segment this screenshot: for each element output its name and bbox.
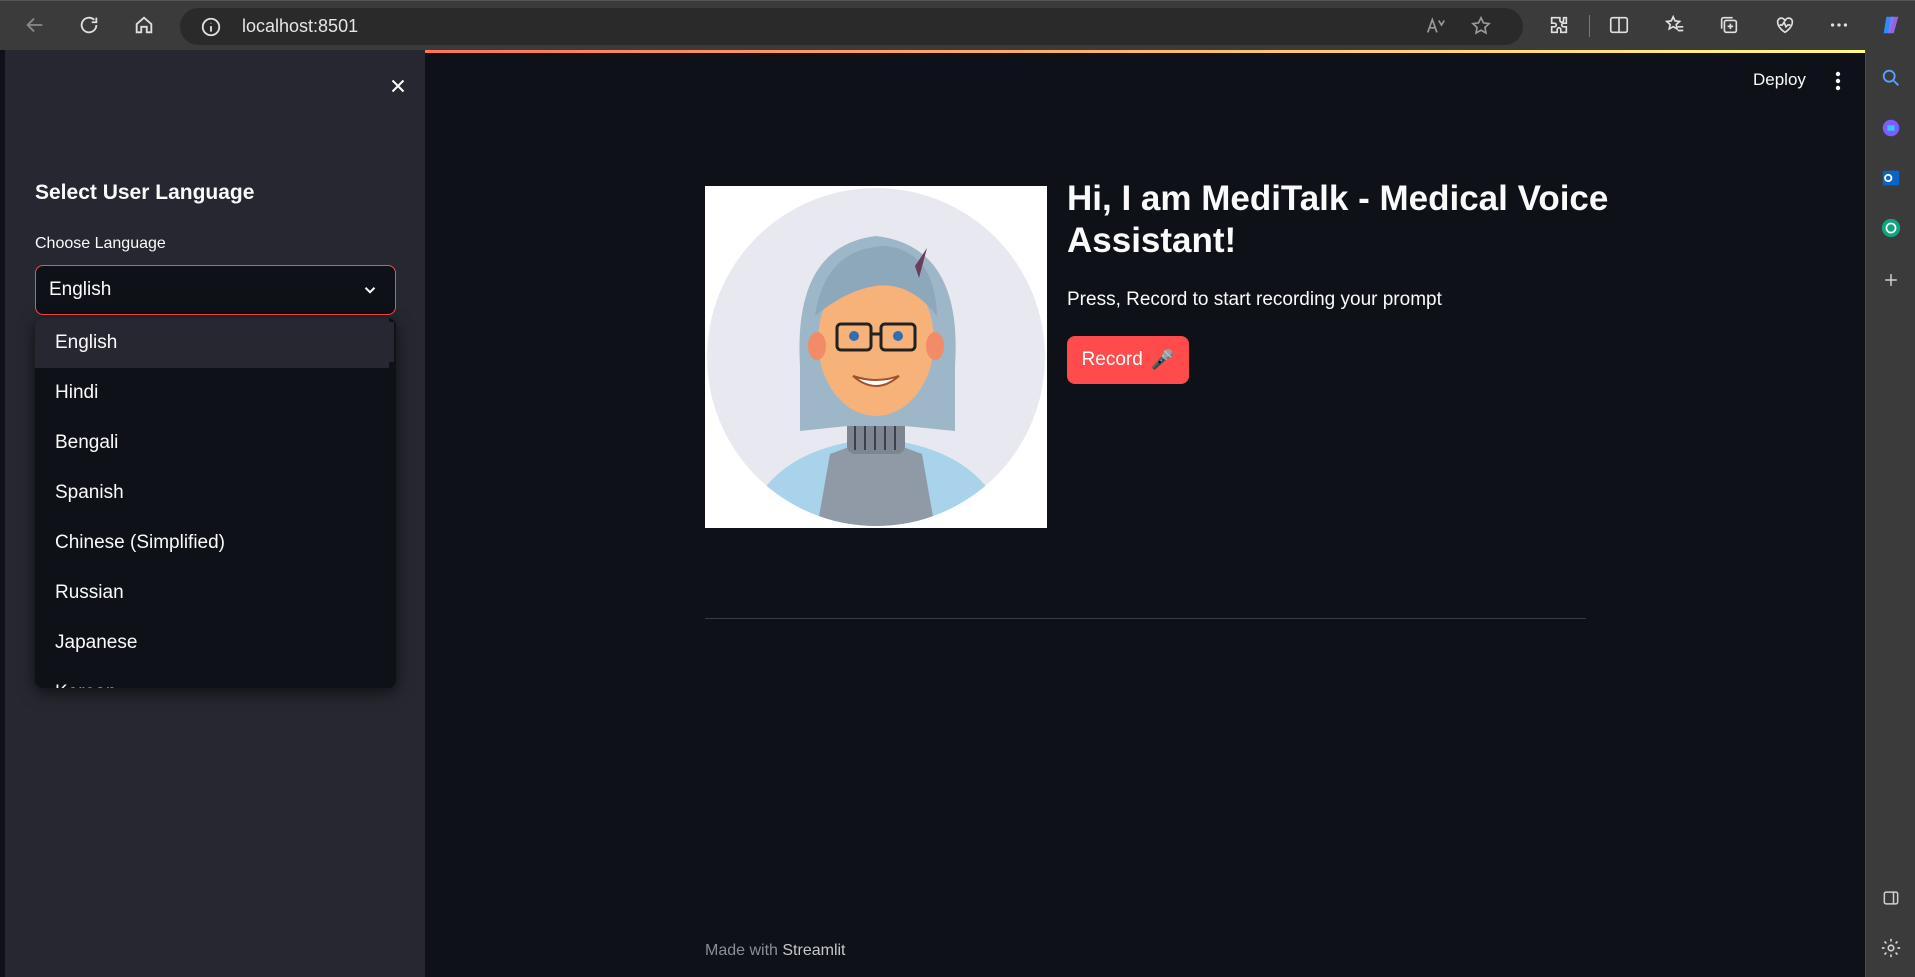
record-button[interactable]: Record 🎤: [1067, 336, 1189, 384]
language-select-value: English: [49, 279, 112, 300]
copilot-sidebar-icon[interactable]: [1878, 115, 1904, 141]
instruction-text: Press, Record to start recording your pr…: [1067, 289, 1442, 310]
settings-icon[interactable]: [1878, 935, 1904, 961]
footer-brand-link[interactable]: Streamlit: [782, 942, 845, 959]
address-bar[interactable]: localhost:8501: [180, 8, 1523, 45]
divider: [705, 618, 1586, 619]
sidebar-title: Select User Language: [35, 181, 255, 204]
deploy-button[interactable]: Deploy: [1753, 70, 1806, 90]
add-icon[interactable]: [1878, 267, 1904, 293]
heart-pulse-icon[interactable]: [1770, 10, 1800, 40]
app-sidebar: Select User Language Choose Language Eng…: [5, 50, 425, 977]
more-horizontal-icon[interactable]: [1824, 10, 1854, 40]
dropdown-option[interactable]: Russian: [35, 568, 389, 618]
dropdown-option[interactable]: Korean: [35, 668, 389, 688]
read-aloud-icon[interactable]: [1425, 15, 1449, 39]
collections-icon[interactable]: [1714, 10, 1744, 40]
dropdown-option[interactable]: Hindi: [35, 368, 389, 418]
footer: Made with Streamlit: [705, 942, 846, 960]
favorites-icon[interactable]: [1660, 10, 1690, 40]
dropdown-option[interactable]: Spanish: [35, 468, 389, 518]
dropdown-scrollbar[interactable]: [389, 322, 394, 362]
outlook-icon[interactable]: [1878, 165, 1904, 191]
assistant-avatar-image: [705, 186, 1047, 528]
copilot-icon[interactable]: [1876, 10, 1906, 40]
page-title: Hi, I am MediTalk - Medical Voice Assist…: [1067, 179, 1609, 260]
dropdown-option[interactable]: Bengali: [35, 418, 389, 468]
back-arrow-icon[interactable]: [20, 10, 50, 40]
chatgpt-icon[interactable]: [1878, 215, 1904, 241]
url-text[interactable]: localhost:8501: [242, 16, 358, 37]
dropdown-option[interactable]: Chinese (Simplified): [35, 518, 389, 568]
split-screen-icon[interactable]: [1604, 10, 1634, 40]
microphone-icon: 🎤: [1150, 350, 1175, 371]
extensions-icon[interactable]: [1544, 10, 1574, 40]
search-icon[interactable]: [1878, 65, 1904, 91]
info-icon[interactable]: [200, 16, 222, 38]
dropdown-option[interactable]: Japanese: [35, 618, 389, 668]
footer-prefix: Made with: [705, 942, 778, 959]
language-dropdown-menu: English Hindi Bengali Spanish Chinese (S…: [35, 318, 396, 688]
language-select-label: Choose Language: [35, 235, 166, 252]
star-icon[interactable]: [1470, 15, 1494, 39]
refresh-icon[interactable]: [74, 10, 104, 40]
chevron-down-icon[interactable]: [361, 281, 379, 299]
dropdown-option[interactable]: English: [35, 318, 389, 368]
browser-toolbar: localhost:8501: [0, 0, 1915, 50]
browser-sidebar: [1865, 50, 1915, 977]
record-button-label: Record: [1081, 349, 1143, 370]
language-select[interactable]: English: [35, 265, 396, 315]
sidebar-toggle-icon[interactable]: [1878, 885, 1904, 911]
close-icon[interactable]: [382, 70, 414, 102]
home-icon[interactable]: [129, 10, 159, 40]
more-vertical-icon[interactable]: [1828, 68, 1848, 94]
toolbar-divider: [1589, 15, 1590, 37]
streamlit-app: Select User Language Choose Language Eng…: [5, 50, 1865, 977]
